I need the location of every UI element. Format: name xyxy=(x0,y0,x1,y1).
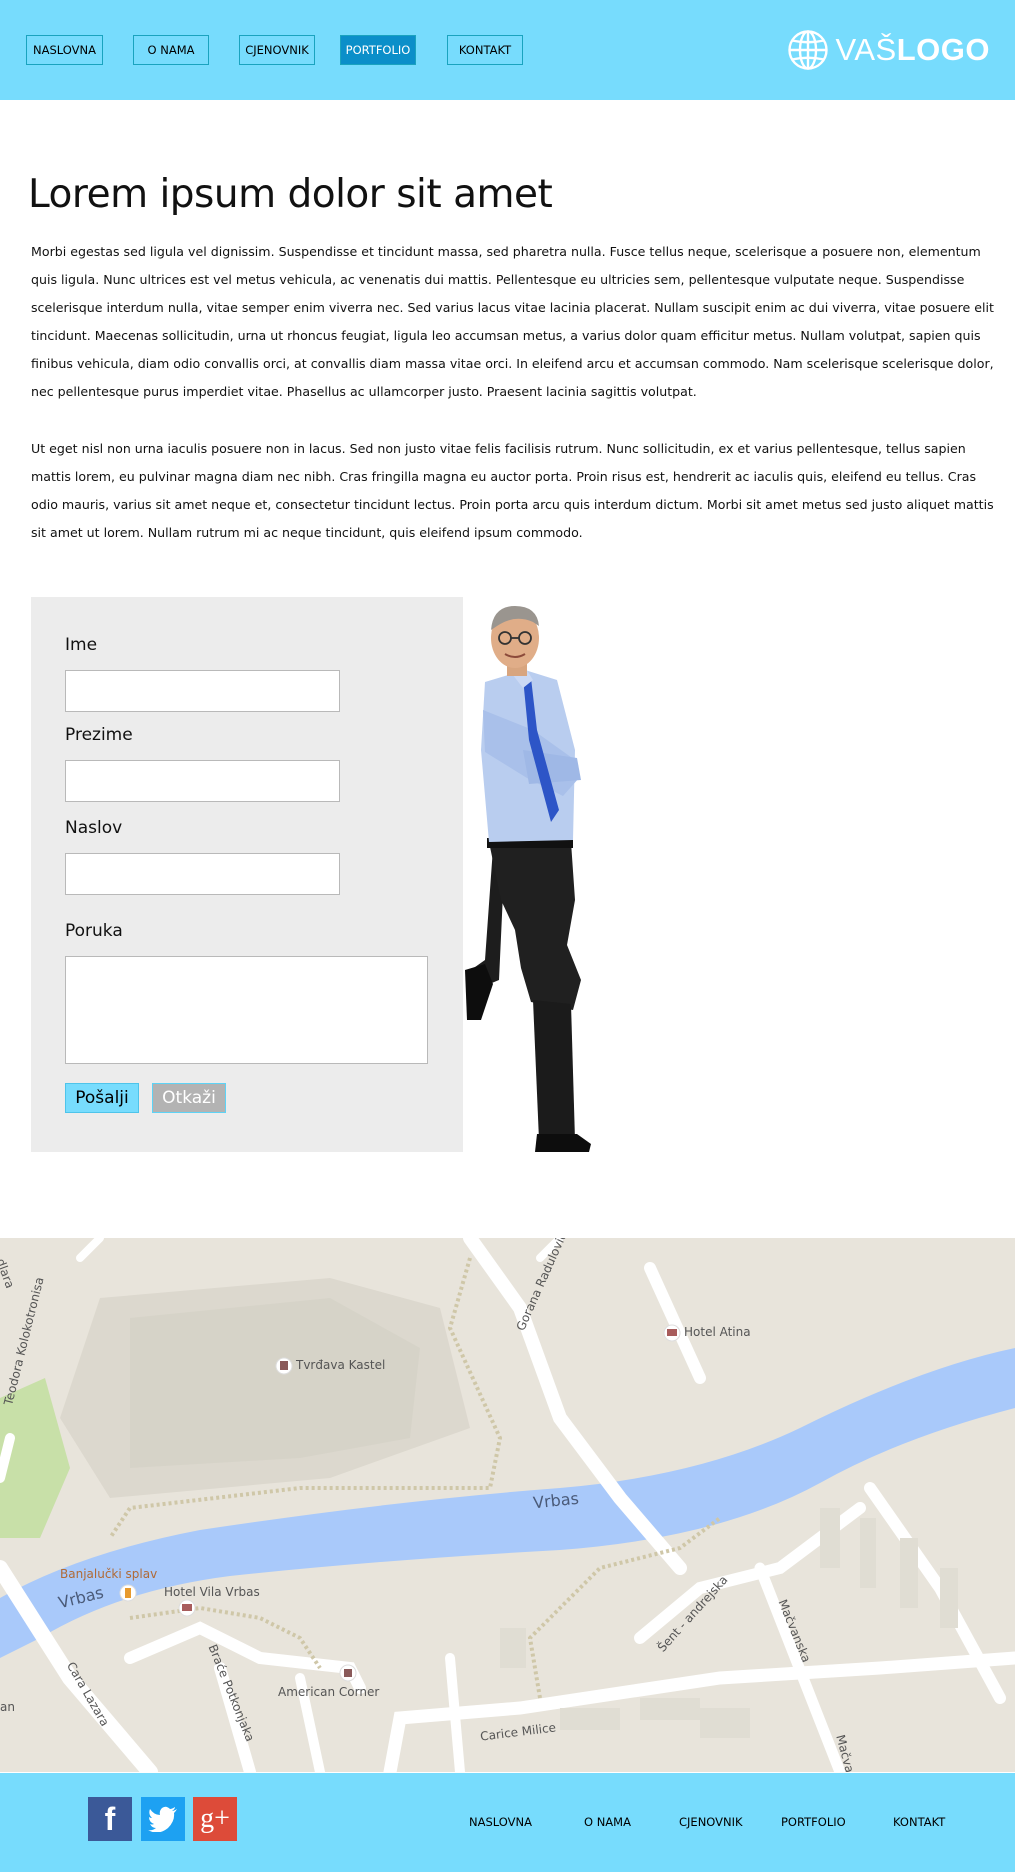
businessman-image xyxy=(465,606,591,1152)
last-name-input[interactable] xyxy=(65,760,340,802)
site-footer: f g+ NASLOVNA O NAMA CJENOVNIK PORTFOLIO… xyxy=(0,1773,1015,1872)
nav-item-naslovna[interactable]: NASLOVNA xyxy=(26,35,103,65)
location-map[interactable]: Hotel Atina Tvrđava Kastel Gorana Radulo… xyxy=(0,1238,1015,1772)
footer-nav-naslovna[interactable]: NASLOVNA xyxy=(469,1815,532,1829)
map-canvas xyxy=(0,1238,1015,1772)
google-plus-icon[interactable]: g+ xyxy=(193,1797,237,1841)
second-paragraph: Ut eget nisl non urna iaculis posuere no… xyxy=(31,441,994,540)
map-label-hotel-vila: Hotel Vila Vrbas xyxy=(164,1585,260,1599)
facebook-glyph: f xyxy=(104,1800,116,1837)
footer-nav-cjenovnik[interactable]: CJENOVNIK xyxy=(679,1815,743,1829)
map-label-an: an xyxy=(0,1700,15,1714)
footer-nav-portfolio[interactable]: PORTFOLIO xyxy=(781,1815,846,1829)
subject-label: Naslov xyxy=(65,818,123,838)
facebook-icon[interactable]: f xyxy=(88,1797,132,1841)
message-label: Poruka xyxy=(65,921,123,941)
contact-form: Ime Prezime Naslov Poruka Pošalji Otkaži xyxy=(31,597,463,1152)
first-name-label: Ime xyxy=(65,635,98,655)
first-name-input[interactable] xyxy=(65,670,340,712)
footer-nav-kontakt[interactable]: KONTAKT xyxy=(893,1815,945,1829)
map-label-tvrdava: Tvrđava Kastel xyxy=(296,1358,386,1372)
map-label-splav: Banjalučki splav xyxy=(60,1567,158,1581)
logo-main: LOGO xyxy=(896,32,990,67)
logo-prefix: VAŠ xyxy=(835,32,897,67)
footer-nav-o-nama[interactable]: O NAMA xyxy=(584,1815,631,1829)
logo-text: VAŠLOGO xyxy=(835,32,990,68)
intro-paragraph: Morbi egestas sed ligula vel dignissim. … xyxy=(31,244,994,399)
site-logo[interactable]: VAŠLOGO xyxy=(787,29,990,71)
nav-item-kontakt[interactable]: KONTAKT xyxy=(447,35,523,65)
map-label-american-corner: American Corner xyxy=(278,1685,380,1699)
last-name-label: Prezime xyxy=(65,725,133,745)
cancel-button[interactable]: Otkaži xyxy=(152,1083,226,1113)
globe-icon xyxy=(788,30,829,70)
page-title: Lorem ipsum dolor sit amet xyxy=(28,172,553,217)
nav-item-portfolio[interactable]: PORTFOLIO xyxy=(340,35,416,65)
google-plus-glyph: g+ xyxy=(200,1803,230,1834)
message-textarea[interactable] xyxy=(65,956,428,1064)
submit-button[interactable]: Pošalji xyxy=(65,1083,139,1113)
map-label-hotel-atina: Hotel Atina xyxy=(684,1325,751,1339)
subject-input[interactable] xyxy=(65,853,340,895)
twitter-bird-glyph xyxy=(148,1806,177,1832)
nav-item-cjenovnik[interactable]: CJENOVNIK xyxy=(239,35,315,65)
site-header: NASLOVNA O NAMA CJENOVNIK PORTFOLIO KONT… xyxy=(0,0,1015,100)
nav-item-o-nama[interactable]: O NAMA xyxy=(133,35,209,65)
twitter-icon[interactable] xyxy=(141,1797,185,1841)
